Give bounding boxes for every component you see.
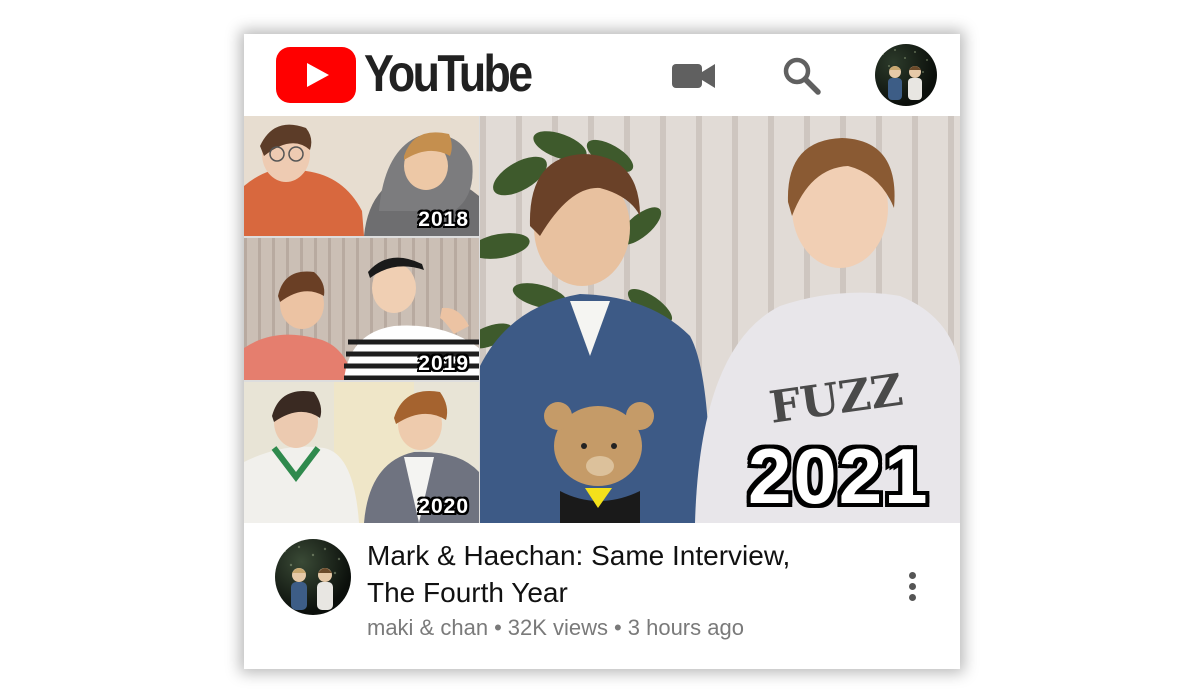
video-meta: Mark & Haechan: Same Interview, The Four…	[244, 523, 960, 669]
youtube-logo-text[interactable]: YouTube	[364, 44, 533, 104]
play-triangle-icon	[307, 63, 329, 87]
search-icon[interactable]	[778, 52, 826, 100]
video-card[interactable]: YouTube 2018 2019 2020 FUZZ 2021 Mark & …	[244, 34, 960, 669]
channel-avatar[interactable]	[275, 539, 351, 615]
year-label-2020: 2020	[418, 495, 469, 518]
thumbnail-panel-2020: 2020	[244, 382, 479, 523]
screenshot-stage: YouTube 2018 2019 2020 FUZZ 2021 Mark & …	[0, 0, 1200, 696]
more-options-icon[interactable]	[900, 563, 924, 609]
video-title[interactable]: Mark & Haechan: Same Interview, The Four…	[367, 537, 887, 611]
camera-icon[interactable]	[670, 52, 718, 100]
year-label-2021: 2021	[748, 432, 930, 520]
account-avatar[interactable]	[875, 44, 937, 106]
separator-dot: •	[614, 615, 622, 640]
channel-name[interactable]: maki & chan	[367, 615, 488, 640]
upload-age: 3 hours ago	[627, 615, 744, 640]
thumbnail-panel-2021: FUZZ 2021	[480, 116, 960, 523]
video-subline: maki & chan • 32K views • 3 hours ago	[367, 615, 744, 641]
more-dot	[908, 571, 916, 579]
separator-dot: •	[494, 615, 502, 640]
video-thumbnail[interactable]: 2018 2019 2020 FUZZ 2021	[244, 116, 960, 523]
video-title-line-1: Mark & Haechan: Same Interview,	[367, 540, 791, 571]
video-title-line-2: The Fourth Year	[367, 577, 568, 608]
app-header: YouTube	[244, 34, 960, 116]
more-dot	[908, 582, 916, 590]
year-label-2018: 2018	[418, 208, 469, 231]
more-dot	[908, 593, 916, 601]
view-count: 32K views	[507, 615, 609, 640]
youtube-play-icon[interactable]	[276, 47, 356, 103]
thumbnail-panel-2019: 2019	[244, 238, 479, 380]
year-label-2019: 2019	[418, 352, 469, 375]
thumbnail-panel-2018: 2018	[244, 116, 479, 236]
